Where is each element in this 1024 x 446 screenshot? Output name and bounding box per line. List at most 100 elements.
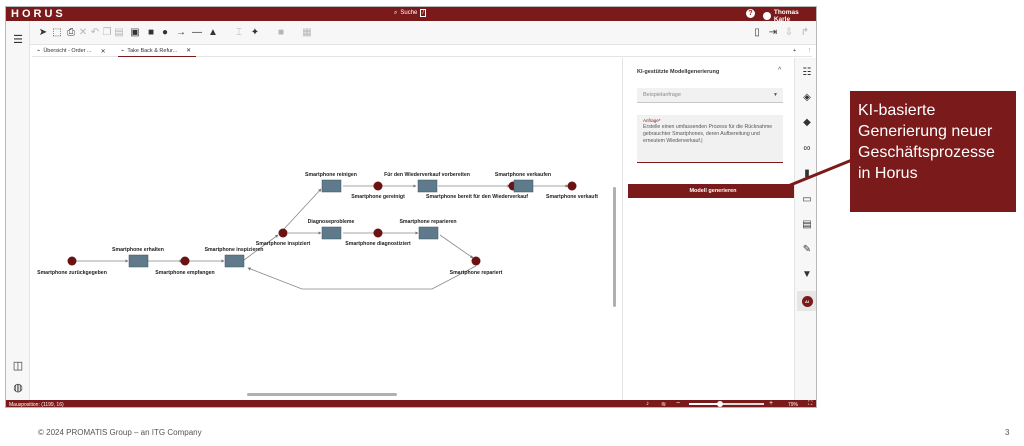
ai-badge: AI — [801, 296, 813, 307]
edit-document-icon[interactable]: ✎ — [800, 243, 814, 257]
generate-model-button[interactable]: Modell generieren — [628, 184, 798, 198]
filter-settings-icon[interactable]: ☷ — [800, 66, 814, 80]
activity-label: Diagnoseprobleme — [308, 219, 355, 225]
select-icon[interactable]: ➤ — [36, 25, 50, 39]
event-label: Smartphone zurückgegeben — [37, 270, 107, 276]
right-rail: ☷ ◈ ◆ ∞ ▮ ▭ ▤ ✎ ▼ AI — [794, 58, 816, 401]
preview-icon[interactable]: ◫ — [11, 359, 25, 373]
database-icon[interactable]: ☰ — [11, 33, 25, 47]
process-icon: ⌁ — [121, 47, 125, 54]
wifi-icon[interactable]: ≋ — [661, 401, 666, 408]
avatar-icon — [763, 12, 771, 20]
activity-node — [128, 254, 149, 268]
close-icon[interactable]: ✕ — [186, 47, 191, 54]
activity-label: Smartphone reparieren — [399, 219, 456, 225]
activity-node — [321, 179, 342, 193]
event-node — [278, 228, 288, 238]
activity-node — [321, 226, 342, 240]
mouse-position: Mausposition: (1199, 16) — [9, 401, 64, 408]
fullscreen-icon[interactable]: ⛶ — [808, 401, 812, 408]
tag-icon[interactable]: ◆ — [800, 116, 814, 130]
activity-label: Smartphone reinigen — [305, 172, 357, 178]
document-icon[interactable]: ▯ — [750, 25, 764, 39]
export-icon[interactable]: ⇩ — [782, 25, 796, 39]
event-label: Smartphone empfangen — [155, 270, 214, 276]
tab-overview[interactable]: ⌁ Übersicht - Order ... ✕ — [34, 45, 114, 57]
share-icon[interactable]: ↱ — [798, 25, 812, 39]
activity-label: Smartphone verkaufen — [495, 172, 551, 178]
page-number: 3 — [1005, 428, 1010, 437]
tab-label: Take Back & Refur... — [127, 47, 178, 54]
tab-bar: ⌁ Übersicht - Order ... ✕ ⌁ Take Back & … — [32, 45, 813, 57]
event-label: Smartphone diagnostiziert — [345, 241, 411, 247]
paste-icon[interactable]: ▤ — [112, 25, 126, 39]
activity-node — [224, 254, 245, 268]
paint-bucket-icon[interactable]: ◈ — [800, 91, 814, 105]
tab-take-back[interactable]: ⌁ Take Back & Refur... ✕ — [118, 45, 196, 57]
slide: HORUS ⌕ Suche / ? Thomas Karle ➤ ⬚ ⎙ ✕ ↶… — [0, 0, 1024, 446]
clipboard-icon[interactable]: ▤ — [800, 218, 814, 232]
close-icon[interactable]: ✕ — [101, 48, 106, 55]
circle-icon[interactable]: ● — [158, 25, 172, 39]
help-icon[interactable]: ? — [746, 9, 755, 18]
magic-icon[interactable]: ✦ — [248, 25, 262, 39]
event-node — [373, 228, 383, 238]
link-icon[interactable]: ∞ — [800, 142, 814, 156]
activity-node — [417, 179, 438, 193]
horus-app-window: HORUS ⌕ Suche / ? Thomas Karle ➤ ⬚ ⎙ ✕ ↶… — [5, 6, 817, 408]
line-icon[interactable]: — — [190, 25, 204, 39]
shapes-icon[interactable]: ▲ — [206, 25, 220, 39]
zoom-fill — [689, 403, 720, 405]
zoom-value: 79% — [788, 401, 799, 408]
bell-icon[interactable]: ♪ — [646, 401, 649, 407]
horizontal-scrollbar[interactable] — [32, 392, 612, 398]
zoom-out-button[interactable]: − — [676, 400, 680, 407]
search-bar[interactable]: ⌕ Suche / — [394, 9, 426, 17]
ai-model-generation-panel: KI-gestützte Modellgenerierung ^ Beispie… — [622, 58, 798, 401]
event-label: Smartphone repariert — [450, 270, 503, 276]
horus-logo: HORUS — [11, 8, 66, 20]
status-bar: Mausposition: (1199, 16) ♪ ≋ − + 79% ⛶ — [6, 400, 816, 408]
activity-label: Für den Wiederverkauf vorbereiten — [384, 172, 470, 178]
top-bar: HORUS ⌕ Suche / ? Thomas Karle — [6, 7, 816, 23]
chevron-up-icon[interactable]: ^ — [778, 67, 781, 74]
tab-label: Übersicht - Order ... — [43, 48, 92, 54]
scroll-thumb[interactable] — [247, 393, 397, 396]
arrow-icon[interactable]: → — [174, 25, 188, 39]
zoom-slider[interactable] — [689, 401, 764, 407]
search-label: Suche — [400, 10, 418, 16]
document-icon[interactable]: ▮ — [800, 167, 814, 181]
format-icon[interactable]: ⌶ — [232, 25, 246, 39]
rectangle-icon[interactable]: ■ — [144, 25, 158, 39]
event-node — [471, 256, 481, 266]
event-label: Smartphone verkauft — [546, 194, 598, 200]
activity-label: Smartphone erhalten — [112, 247, 164, 253]
request-textarea[interactable]: Anfrage* Erstelle einen umfassenden Proz… — [637, 115, 783, 163]
model-canvas[interactable]: Smartphone zurückgegeben Smartphone empf… — [30, 58, 615, 401]
style-icon[interactable]: ▦ — [300, 25, 314, 39]
image-icon[interactable]: ▣ — [128, 25, 142, 39]
example-request-select[interactable]: Beispielanfrage ▼ — [637, 88, 783, 103]
text-field-icon[interactable]: ▭ — [800, 193, 814, 207]
process-diagram: Smartphone zurückgegeben Smartphone empf… — [37, 172, 598, 290]
request-text[interactable]: Erstelle einen umfassenden Prozess für d… — [643, 124, 777, 145]
globe-icon[interactable]: ◍ — [11, 381, 25, 395]
footer-copyright: © 2024 PROMATIS Group – an ITG Company — [38, 428, 202, 437]
event-label: Smartphone gereinigt — [351, 194, 405, 200]
funnel-icon[interactable]: ▼ — [800, 268, 814, 282]
add-tab-button[interactable]: + — [790, 45, 799, 57]
toolbar: ➤ ⬚ ⎙ ✕ ↶ ❐ ▤ ▣ ■ ● → — ▲ ⌶ ✦ ■ ▦ ▯ ⇥ ⇩ … — [6, 21, 816, 45]
lasso-icon[interactable]: ⬚ — [50, 25, 64, 39]
zoom-knob[interactable] — [716, 401, 723, 407]
chevron-down-icon: ▼ — [773, 92, 778, 98]
color-icon[interactable]: ■ — [274, 25, 288, 39]
more-icon[interactable]: ⋮ — [804, 45, 816, 57]
vertical-scrollbar[interactable] — [612, 62, 617, 397]
ai-icon[interactable]: AI — [797, 291, 816, 311]
zoom-in-button[interactable]: + — [769, 400, 773, 407]
left-rail: ☰ ◫ ◍ — [6, 21, 30, 401]
event-node — [67, 256, 77, 266]
scroll-thumb[interactable] — [613, 187, 616, 307]
auto-layout-icon[interactable]: ⇥ — [766, 25, 780, 39]
activity-node — [418, 226, 439, 240]
